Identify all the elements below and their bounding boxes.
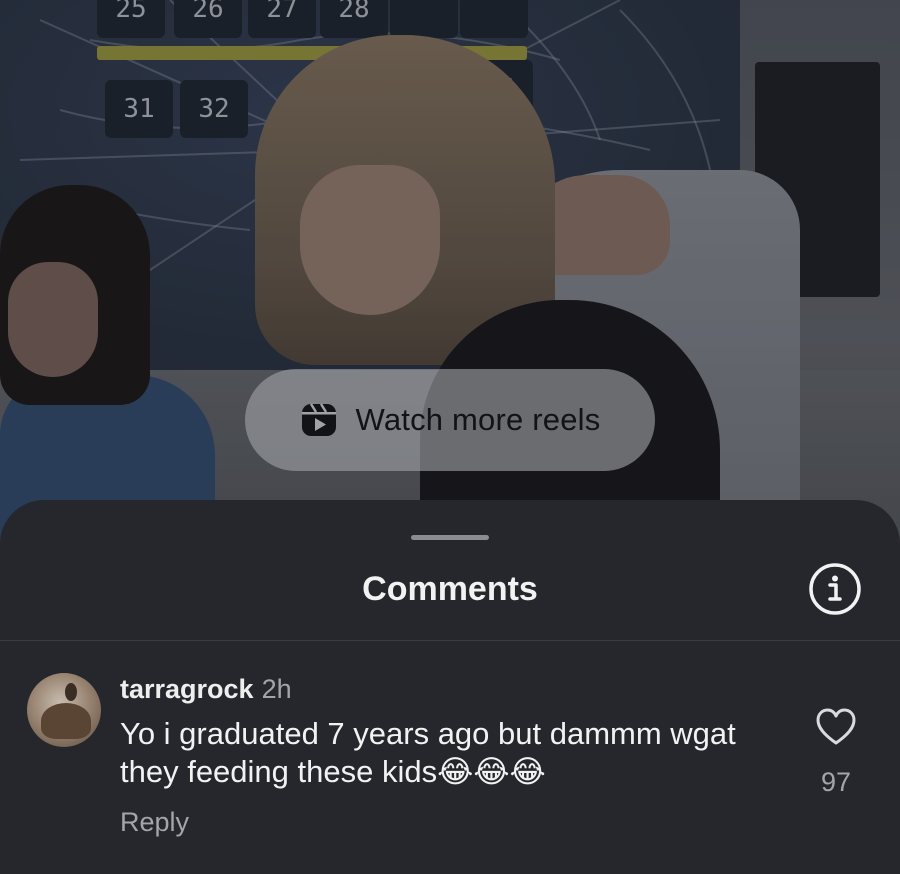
sheet-title: Comments	[362, 570, 538, 608]
watch-more-reels-button[interactable]: Watch more reels	[245, 369, 655, 471]
avatar[interactable]	[27, 673, 101, 747]
video-dim-overlay	[0, 0, 900, 560]
reel-video[interactable]: 25 26 27 28 31 32 36	[0, 0, 900, 560]
comments-sheet: Comments tarragrock 2h Yo i graduated 7 y…	[0, 500, 900, 874]
comment-username[interactable]: tarragrock	[120, 674, 254, 704]
heart-icon	[816, 708, 856, 745]
reels-icon	[301, 403, 336, 436]
watch-more-reels-label: Watch more reels	[355, 402, 601, 437]
comment-item: tarragrock 2h Yo i graduated 7 years ago …	[0, 641, 900, 874]
like-button[interactable]	[815, 707, 857, 747]
sheet-grabber-handle[interactable]	[411, 535, 489, 540]
like-count: 97	[820, 767, 852, 797]
comment-timestamp: 2h	[261, 674, 292, 704]
info-icon	[809, 563, 861, 615]
comment-text: Yo i graduated 7 years ago but dammm wga…	[120, 716, 736, 789]
comment-meta: tarragrock 2h	[120, 674, 292, 704]
reply-button[interactable]: Reply	[120, 807, 189, 838]
info-button[interactable]	[808, 562, 862, 616]
